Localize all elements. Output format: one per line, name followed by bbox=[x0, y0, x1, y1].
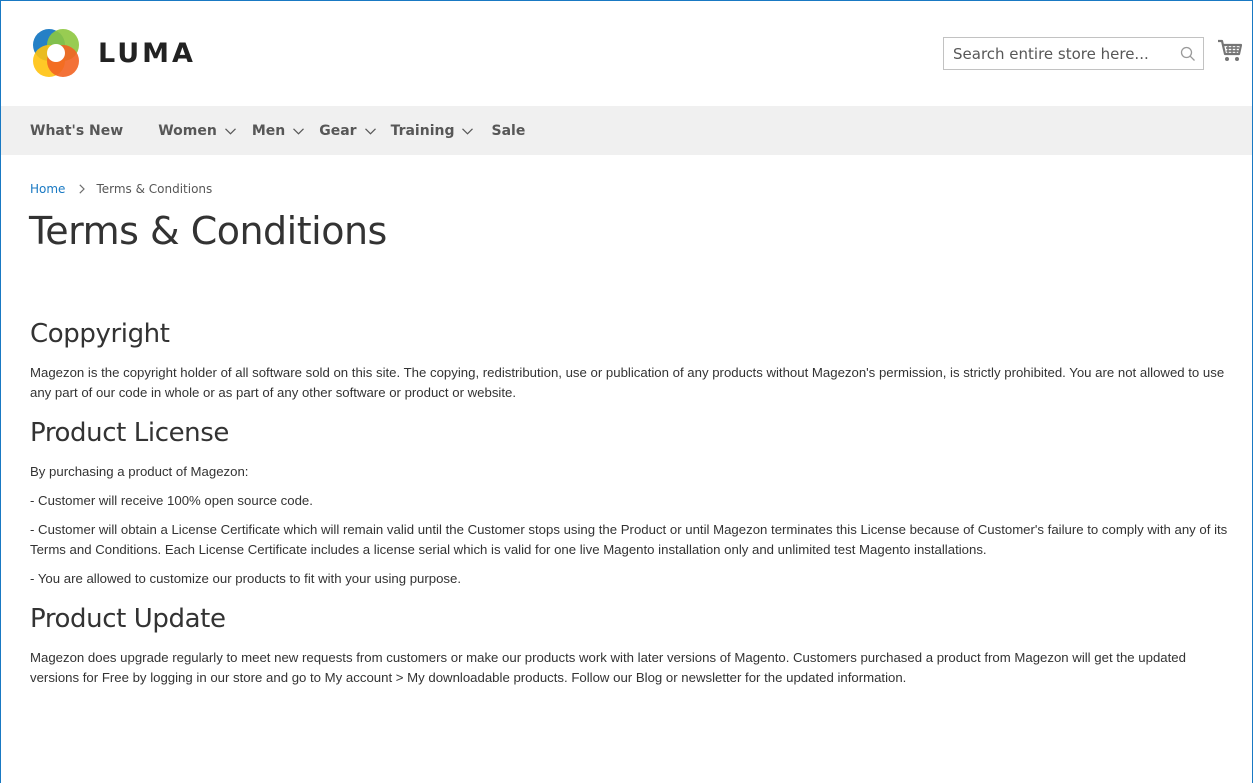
page-frame: LUMA Wha bbox=[0, 0, 1253, 783]
section-heading-update: Product Update bbox=[30, 604, 226, 634]
license-item: - Customer will obtain a License Certifi… bbox=[30, 522, 1228, 557]
update-text: Magezon does upgrade regularly to meet n… bbox=[30, 650, 1186, 685]
cart-icon[interactable] bbox=[1217, 39, 1243, 63]
nav-item-label: Training bbox=[390, 122, 455, 139]
chevron-down-icon bbox=[293, 123, 305, 139]
nav-item-label: Gear bbox=[319, 122, 357, 139]
breadcrumb-home-link[interactable]: Home bbox=[30, 182, 65, 196]
license-item: - You are allowed to customize our produ… bbox=[30, 571, 462, 586]
cms-content: Coppyright Magezon is the copyright hold… bbox=[30, 319, 1230, 697]
breadcrumb-current: Terms & Conditions bbox=[96, 182, 213, 196]
nav-item-label: Sale bbox=[491, 122, 526, 139]
license-intro: By purchasing a product of Magezon: bbox=[30, 464, 249, 479]
chevron-down-icon bbox=[224, 123, 236, 139]
nav-item-men[interactable]: Men bbox=[251, 106, 305, 155]
logo-text: LUMA bbox=[98, 38, 196, 69]
chevron-right-icon bbox=[79, 184, 86, 194]
nav-item-label: Women bbox=[158, 122, 217, 139]
nav-item-label: Men bbox=[251, 122, 286, 139]
nav-item-gear[interactable]: Gear bbox=[319, 106, 376, 155]
section-heading-copyright: Coppyright bbox=[30, 319, 170, 349]
copyright-text: Magezon is the copyright holder of all s… bbox=[30, 365, 1225, 400]
chevron-down-icon bbox=[364, 123, 376, 139]
nav-item-women[interactable]: Women bbox=[158, 106, 236, 155]
search-box bbox=[943, 37, 1204, 70]
breadcrumb: Home Terms & Conditions bbox=[30, 182, 212, 196]
nav-item-training[interactable]: Training bbox=[391, 106, 474, 155]
chevron-down-icon bbox=[462, 123, 474, 139]
nav-item-sale[interactable]: Sale bbox=[491, 106, 525, 155]
section-heading-license: Product License bbox=[30, 418, 230, 448]
page-header: LUMA bbox=[1, 1, 1252, 106]
page-title: Terms & Conditions bbox=[29, 209, 387, 253]
nav-item-whats-new[interactable]: What's New bbox=[30, 106, 123, 155]
luma-logo-icon bbox=[33, 29, 79, 77]
store-logo[interactable]: LUMA bbox=[29, 27, 196, 80]
main-navigation: What's New Women Men Gear Training Sale bbox=[1, 106, 1252, 155]
search-input[interactable] bbox=[944, 38, 1173, 69]
license-item: - Customer will receive 100% open source… bbox=[30, 493, 313, 508]
nav-item-label: What's New bbox=[30, 122, 124, 139]
search-icon[interactable] bbox=[1173, 38, 1203, 69]
